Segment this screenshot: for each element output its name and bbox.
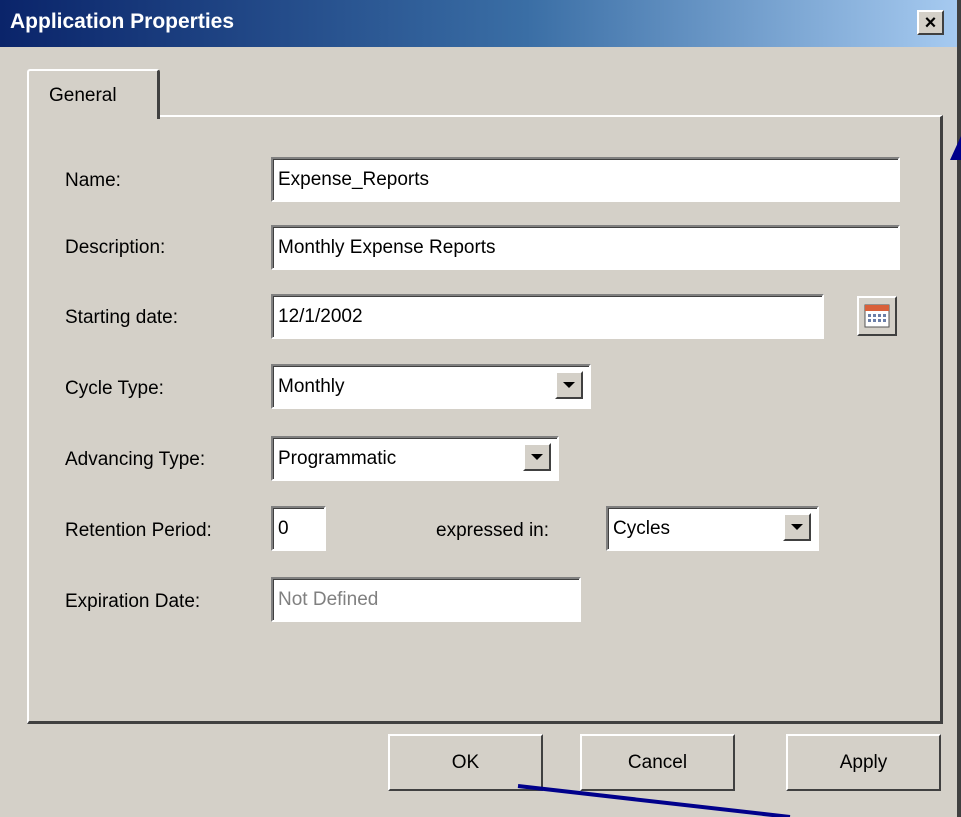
expressed-in-label: expressed in: <box>436 520 550 541</box>
description-label: Description: <box>65 237 166 258</box>
advancing-type-select[interactable]: Programmatic <box>271 436 559 481</box>
chevron-down-icon <box>563 382 575 388</box>
expressed-in-dropdown-button[interactable] <box>783 513 811 541</box>
application-properties-dialog: Application Properties × General Name: E… <box>0 0 961 817</box>
starting-date-input[interactable]: 12/1/2002 <box>271 294 824 339</box>
cycle-type-select[interactable]: Monthly <box>271 364 591 409</box>
name-input[interactable]: Expense_Reports <box>271 157 900 202</box>
expiration-date-label: Expiration Date: <box>65 591 201 612</box>
apply-button[interactable]: Apply <box>786 734 941 791</box>
cancel-button[interactable]: Cancel <box>580 734 735 791</box>
close-icon: × <box>924 11 937 34</box>
close-button[interactable]: × <box>917 10 944 35</box>
advancing-type-dropdown-button[interactable] <box>523 443 551 471</box>
advancing-type-value: Programmatic <box>271 436 559 481</box>
retention-period-input[interactable]: 0 <box>271 506 326 551</box>
chevron-down-icon <box>531 454 543 460</box>
advancing-type-label: Advancing Type: <box>65 449 206 470</box>
tab-general-label: General <box>49 85 117 106</box>
cycle-type-label: Cycle Type: <box>65 378 164 399</box>
calendar-button[interactable] <box>857 296 897 336</box>
cycle-type-value: Monthly <box>271 364 591 409</box>
retention-period-label: Retention Period: <box>65 520 212 541</box>
dialog-title: Application Properties <box>10 10 235 33</box>
cycle-type-dropdown-button[interactable] <box>555 371 583 399</box>
chevron-down-icon <box>791 524 803 530</box>
ok-button[interactable]: OK <box>388 734 543 791</box>
expiration-date-input: Not Defined <box>271 577 581 622</box>
tab-general[interactable]: General <box>27 69 160 119</box>
expressed-in-select[interactable]: Cycles <box>606 506 819 551</box>
calendar-icon <box>864 304 890 328</box>
description-input[interactable]: Monthly Expense Reports <box>271 225 900 270</box>
general-tab-panel <box>27 115 943 724</box>
name-label: Name: <box>65 170 121 191</box>
title-bar[interactable]: Application Properties × <box>0 0 957 47</box>
starting-date-label: Starting date: <box>65 307 179 328</box>
